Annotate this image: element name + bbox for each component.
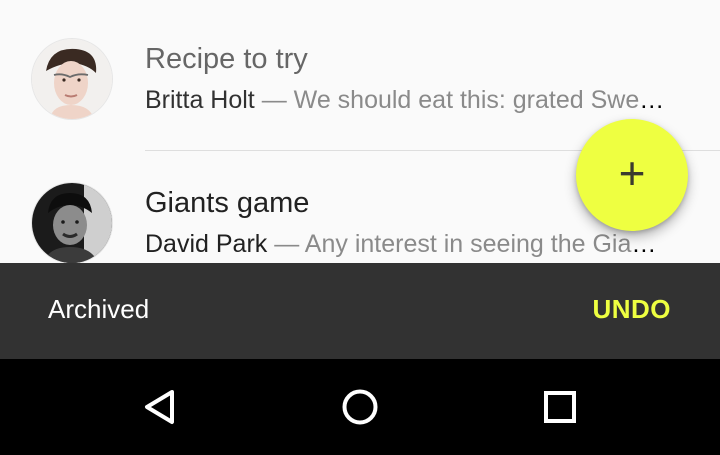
home-button[interactable] xyxy=(340,387,380,427)
snackbar-message: Archived xyxy=(48,294,150,324)
avatar xyxy=(32,39,112,119)
recents-square-icon xyxy=(544,391,576,423)
separator: — xyxy=(274,230,300,258)
compose-fab-button[interactable]: + xyxy=(576,119,688,231)
avatar xyxy=(32,183,112,263)
back-button[interactable] xyxy=(140,387,180,427)
message-subject: Giants game xyxy=(145,187,310,219)
message-preview: David Park — Any interest in seeing the … xyxy=(145,230,665,259)
plus-icon: + xyxy=(618,147,646,199)
separator: — xyxy=(261,86,287,114)
snackbar: Archived UNDO xyxy=(0,263,720,359)
message-sender: David Park xyxy=(145,230,268,258)
list-item[interactable]: Recipe to try Britta Holt — We should ea… xyxy=(0,0,720,140)
message-preview: Britta Holt — We should eat this: grated… xyxy=(145,86,665,115)
message-subject: Recipe to try xyxy=(145,43,308,75)
undo-button[interactable]: UNDO xyxy=(592,294,671,325)
recents-button[interactable] xyxy=(540,387,580,427)
home-circle-icon xyxy=(342,389,378,425)
message-sender: Britta Holt xyxy=(145,86,255,114)
message-snippet: Any interest in seeing the Giants game t… xyxy=(304,230,665,258)
system-navigation-bar xyxy=(0,359,720,455)
message-snippet: We should eat this: grated Swede, carrot… xyxy=(293,86,665,114)
back-triangle-icon xyxy=(145,390,174,424)
